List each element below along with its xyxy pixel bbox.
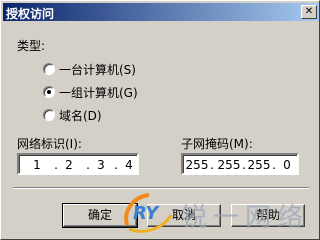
ip-octet: 0 (283, 158, 291, 172)
ip-octet: 2 (65, 158, 73, 172)
subnet-mask-input[interactable]: 255 . 255 . 255 . 0 (181, 153, 299, 175)
radio-label: 一台计算机(S) (59, 62, 136, 77)
ip-octet: 255 (247, 158, 271, 172)
ip-octet: 3 (97, 158, 105, 172)
ip-octet: 255 (185, 158, 209, 172)
radio-button[interactable] (43, 63, 55, 75)
authorize-access-dialog: 授权访问 ✕ 类型: 一台计算机(S) 一组计算机(G) 域名(D) 网络标识(… (0, 0, 320, 240)
radio-button[interactable] (43, 109, 55, 121)
network-id-input[interactable]: 1 . 2 . 3 . 4 (17, 153, 139, 175)
window-title: 授权访问 (6, 7, 55, 21)
ip-octet: 4 (125, 158, 133, 172)
radio-button-selected[interactable] (43, 86, 55, 98)
radio-domain-name[interactable]: 域名(D) (43, 107, 102, 123)
close-icon: ✕ (304, 6, 314, 17)
title-bar[interactable]: 授权访问 ✕ (3, 3, 319, 21)
radio-label: 一组计算机(G) (59, 85, 138, 100)
type-label: 类型: (17, 39, 46, 53)
ip-dot: . (210, 158, 214, 172)
subnet-mask-label: 子网掩码(M): (181, 137, 253, 151)
radio-single-computer[interactable]: 一台计算机(S) (43, 61, 136, 77)
close-button[interactable]: ✕ (301, 5, 317, 19)
ok-button[interactable]: 确定 (62, 203, 138, 228)
radio-label: 域名(D) (59, 108, 102, 123)
network-id-label: 网络标识(I): (17, 137, 82, 151)
cancel-button[interactable]: 取消 (147, 204, 221, 227)
radio-group-of-computers[interactable]: 一组计算机(G) (43, 84, 138, 100)
ip-octet: 1 (33, 158, 41, 172)
separator (13, 187, 309, 189)
ip-octet: 255 (217, 158, 241, 172)
help-button[interactable]: 帮助 (231, 204, 305, 227)
